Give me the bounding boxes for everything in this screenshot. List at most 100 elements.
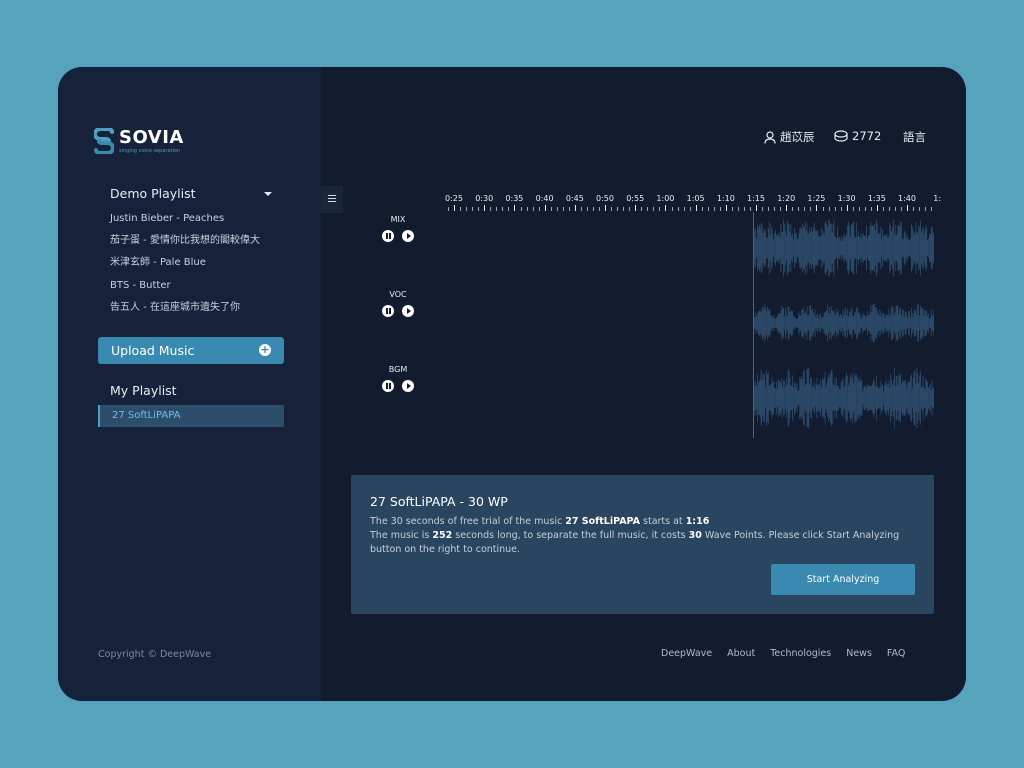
tick-mark bbox=[731, 207, 733, 211]
tick-label: 0:45 bbox=[565, 194, 584, 203]
logo[interactable]: SOVIA singing voice separation bbox=[94, 128, 184, 154]
user-name: 趙苡辰 bbox=[780, 130, 815, 144]
user-menu[interactable]: 趙苡辰 bbox=[764, 129, 815, 145]
tick-mark bbox=[593, 207, 594, 211]
user-icon bbox=[764, 130, 776, 144]
tick-mark bbox=[816, 205, 818, 211]
tick-mark bbox=[611, 207, 613, 211]
start-analyzing-button[interactable]: Start Analyzing bbox=[771, 564, 915, 595]
sidebar: SOVIA singing voice separation Demo Play… bbox=[58, 67, 321, 701]
tick-mark bbox=[514, 205, 516, 211]
tick-mark bbox=[484, 205, 486, 211]
tick-mark bbox=[568, 207, 570, 211]
tick-mark bbox=[586, 207, 588, 211]
tick-mark bbox=[901, 207, 903, 211]
upload-music-button[interactable]: Upload Music + bbox=[98, 337, 284, 364]
list-icon[interactable] bbox=[321, 186, 343, 213]
analysis-panel: 27 SoftLiPAPA - 30 WP The 30 seconds of … bbox=[351, 475, 934, 614]
demo-item[interactable]: 告五人 - 在這座城市遺失了你 bbox=[110, 302, 260, 324]
tick-label: 1:15 bbox=[747, 194, 765, 203]
tick-label: 0:50 bbox=[596, 194, 614, 203]
logo-tagline: singing voice separation bbox=[119, 147, 181, 154]
pause-icon[interactable] bbox=[382, 380, 394, 392]
tick-label: 1:35 bbox=[867, 194, 886, 203]
tick-mark bbox=[617, 207, 619, 211]
tick-label: 0:40 bbox=[535, 194, 554, 203]
footer-link-faq[interactable]: FAQ bbox=[887, 648, 905, 659]
track-name: 27 SoftLiPAPA bbox=[565, 516, 640, 527]
tick-mark bbox=[876, 205, 878, 211]
tick-mark bbox=[580, 207, 582, 211]
tick-label: 0:55 bbox=[626, 194, 645, 203]
tick-mark bbox=[448, 207, 450, 211]
tick-mark bbox=[864, 207, 866, 211]
play-icon[interactable] bbox=[402, 380, 414, 392]
trial-start-time: 1:16 bbox=[685, 516, 710, 527]
tick-mark bbox=[804, 207, 806, 211]
footer-link-news[interactable]: News bbox=[846, 648, 872, 659]
tick-mark bbox=[907, 205, 909, 211]
footer-link-deepwave[interactable]: DeepWave bbox=[661, 648, 712, 659]
demo-item[interactable]: 米津玄師 - Pale Blue bbox=[110, 257, 260, 279]
track-label-voc: VOC bbox=[389, 290, 407, 299]
play-icon[interactable] bbox=[402, 305, 414, 317]
tick-mark bbox=[780, 207, 782, 211]
playhead[interactable] bbox=[753, 212, 754, 438]
tick-mark bbox=[550, 207, 552, 211]
tick-mark bbox=[737, 207, 739, 211]
tick-mark bbox=[858, 207, 860, 211]
pause-icon[interactable] bbox=[382, 230, 394, 242]
my-playlist-item[interactable]: 27 SoftLiPAPA bbox=[98, 405, 284, 427]
tick-mark bbox=[653, 207, 655, 211]
track-label-mix: MIX bbox=[390, 215, 406, 224]
tick-label: 1:10 bbox=[716, 194, 735, 203]
tick-mark bbox=[502, 207, 504, 211]
play-icon[interactable] bbox=[402, 230, 414, 242]
waveform-voc[interactable] bbox=[753, 289, 934, 357]
tick-mark bbox=[466, 207, 468, 211]
tick-mark bbox=[508, 207, 510, 211]
tick-label: 1:00 bbox=[656, 194, 675, 203]
tick-mark bbox=[454, 205, 456, 211]
footer-link-technologies[interactable]: Technologies bbox=[770, 648, 831, 659]
track-duration: 252 bbox=[432, 530, 453, 541]
demo-item[interactable]: Justin Bieber - Peaches bbox=[110, 213, 260, 235]
tick-mark bbox=[478, 207, 480, 211]
demo-playlist-title[interactable]: Demo Playlist bbox=[110, 186, 196, 201]
tick-label: 1:40 bbox=[898, 194, 916, 203]
tick-mark bbox=[792, 207, 794, 211]
language-menu[interactable]: 語言 bbox=[903, 129, 926, 145]
tick-mark bbox=[707, 207, 709, 211]
wave-points[interactable]: 2772 bbox=[834, 129, 881, 143]
tick-mark bbox=[556, 207, 558, 211]
tick-mark bbox=[460, 207, 462, 211]
tick-mark bbox=[496, 207, 498, 211]
tick-mark bbox=[810, 207, 812, 211]
tick-mark bbox=[919, 207, 921, 211]
demo-item[interactable]: BTS - Butter bbox=[110, 280, 260, 302]
tick-mark bbox=[713, 207, 715, 211]
tick-mark bbox=[538, 207, 540, 211]
tick-mark bbox=[719, 207, 721, 211]
footer-link-about[interactable]: About bbox=[727, 648, 755, 659]
tick-mark bbox=[574, 205, 576, 211]
waveform-bgm[interactable] bbox=[753, 364, 934, 432]
tick-mark bbox=[895, 207, 896, 211]
waveform-mix[interactable] bbox=[753, 214, 934, 282]
tick-mark bbox=[665, 205, 667, 211]
tick-mark bbox=[725, 205, 727, 211]
pause-icon[interactable] bbox=[382, 305, 394, 317]
panel-title: 27 SoftLiPAPA - 30 WP bbox=[370, 494, 508, 509]
chevron-down-icon[interactable] bbox=[264, 192, 272, 196]
demo-item[interactable]: 茄子蛋 - 愛情你比我想的閣較偉大 bbox=[110, 235, 260, 257]
tick-mark bbox=[562, 207, 564, 211]
tick-mark bbox=[677, 207, 679, 211]
tick-label: 0:25 bbox=[445, 194, 463, 203]
app-window: SOVIA singing voice separation Demo Play… bbox=[58, 67, 966, 701]
tick-mark bbox=[544, 205, 546, 211]
logo-icon bbox=[94, 128, 114, 154]
timeline-ruler[interactable]: 0:25 0:30 0:35 0:40 0:45 0:50 0:55 1:00 1:05 1:10… bbox=[445, 194, 941, 211]
tick-mark bbox=[635, 205, 637, 211]
tick-label: 1:25 bbox=[807, 194, 826, 203]
tick-mark bbox=[472, 207, 474, 211]
